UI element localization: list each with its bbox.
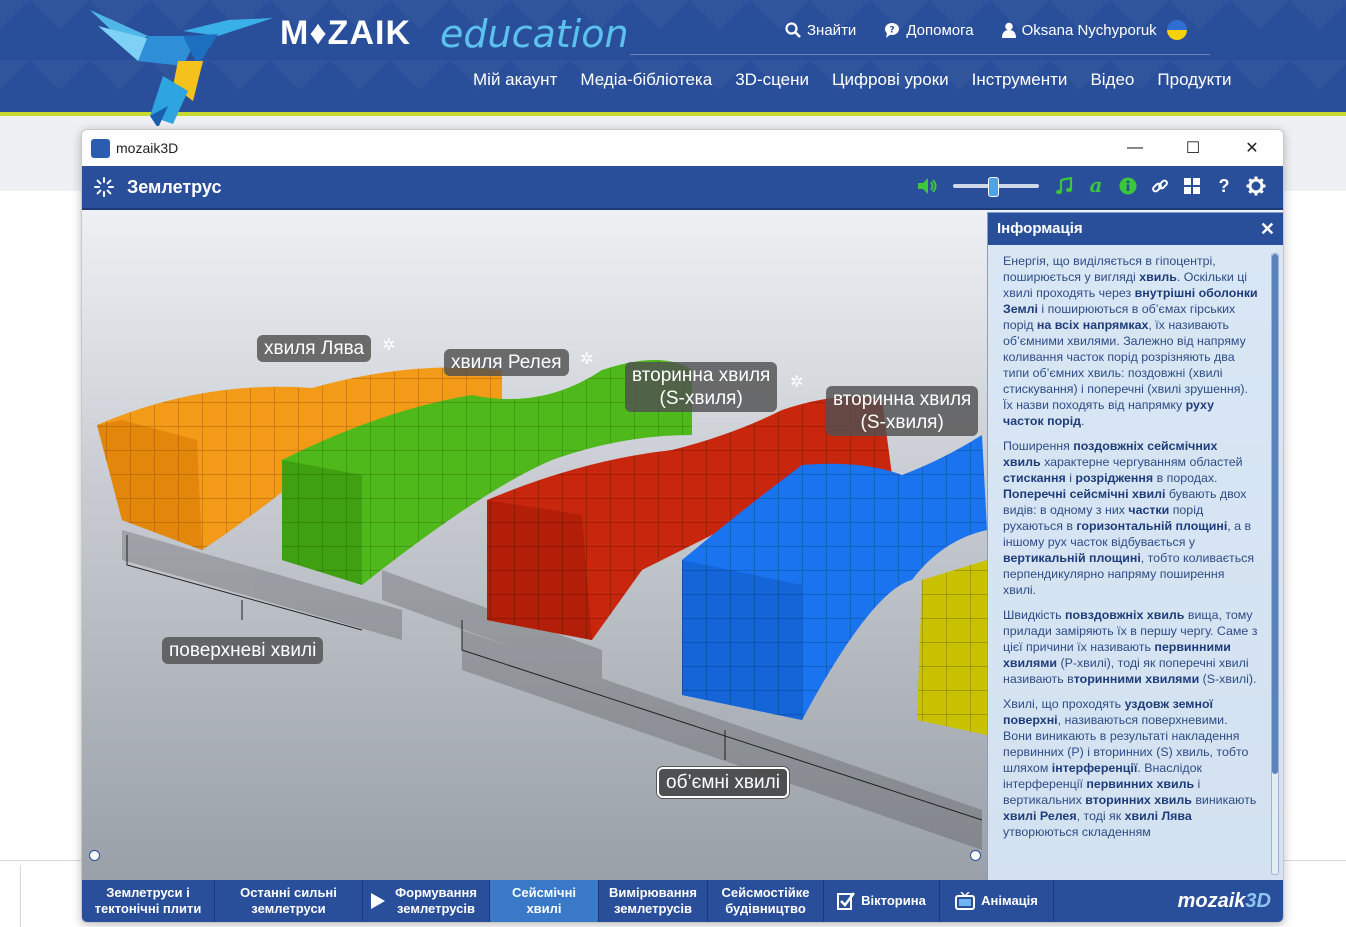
music-icon[interactable]: [1053, 175, 1075, 197]
help-chat-icon: ?: [885, 23, 900, 38]
help-link-label: Допомога: [906, 21, 974, 39]
volume-slider[interactable]: [953, 177, 1039, 197]
svg-text:?: ?: [1219, 177, 1230, 195]
scene-toolbar: Землетрус a ?: [82, 166, 1283, 210]
love-wave-label[interactable]: хвиля Лява: [257, 335, 372, 362]
window-titlebar[interactable]: mozaik3D — ☐ ✕: [82, 130, 1283, 166]
grid-icon[interactable]: [1181, 175, 1203, 197]
info-scrollbar-thumb[interactable]: [1272, 254, 1278, 774]
help-link[interactable]: ? Допомога: [884, 20, 974, 40]
surface-waves-label[interactable]: поверхневі хвилі: [162, 637, 324, 664]
play-icon: [371, 893, 385, 909]
volume-slider-handle[interactable]: [987, 177, 999, 197]
quiz-check-icon: [837, 892, 856, 910]
close-button[interactable]: ✕: [1229, 134, 1275, 162]
speaker-icon[interactable]: [917, 175, 939, 197]
mozaik3d-brand: mozaik3D: [1054, 880, 1283, 922]
tab-earthquake-resistant-building[interactable]: Сейсмостійке будівництво: [708, 880, 824, 922]
nav-media-library[interactable]: Медіа-бібліотека: [580, 70, 712, 90]
tab-earthquakes-plates[interactable]: Землетруси і тектонічні плити: [82, 880, 215, 922]
user-link[interactable]: Oksana Nychyporuk: [1001, 20, 1187, 40]
tab-label: Останні сильні землетруси: [240, 885, 337, 916]
mozaik-wordmark[interactable]: M♦ZAIK: [280, 14, 411, 53]
nav-3d-scenes[interactable]: 3D-сцени: [735, 70, 809, 90]
tab-label: Анімація: [981, 893, 1038, 908]
tab-seismic-waves[interactable]: Сейсмічні хвилі: [490, 880, 599, 922]
nav-my-account[interactable]: Мій акаунт: [473, 70, 557, 90]
scene-tabs: Землетруси і тектонічні плити Останні си…: [82, 880, 1283, 922]
tab-measuring-earthquakes[interactable]: Вимірювання землетрусів: [599, 880, 708, 922]
page-divider-vertical: [20, 865, 21, 927]
info-scrollbar[interactable]: [1271, 253, 1279, 875]
mozaik3d-window: mozaik3D — ☐ ✕ Землетрус a ? хвиля Лява …: [81, 129, 1284, 923]
info-paragraph: Хвилі, що проходять уздовж земної поверх…: [1003, 697, 1257, 839]
brand-3d: 3D: [1245, 890, 1271, 912]
rayleigh-wave-label[interactable]: хвиля Релея: [444, 349, 569, 376]
tv-icon: [955, 892, 976, 910]
info-panel-title: Інформація: [997, 220, 1083, 237]
nav-digital-lessons[interactable]: Цифрові уроки: [832, 70, 949, 90]
svg-text:?: ?: [890, 26, 895, 36]
tab-animation[interactable]: Анімація: [940, 880, 1054, 922]
love-wave-star-icon[interactable]: ✲: [382, 335, 395, 355]
header-separator: [630, 54, 1210, 55]
toolbar-icons: a ?: [917, 175, 1267, 197]
tab-label: Вимірювання землетрусів: [609, 885, 697, 916]
info-paragraph: Швидкість повздовжніх хвиль вища, тому п…: [1003, 608, 1258, 686]
minimize-button[interactable]: —: [1112, 134, 1158, 162]
tab-label: Вікторина: [861, 893, 926, 908]
info-close-icon[interactable]: ✕: [1260, 213, 1275, 245]
tab-label: Землетруси і тектонічні плити: [94, 885, 202, 916]
info-paragraph: Поширення поздовжніх сейсмічних хвиль ха…: [1003, 439, 1255, 597]
p-wave-yellow-block: [917, 560, 987, 735]
search-link[interactable]: Знайти: [785, 20, 856, 40]
tab-label: Сейсмостійке будівництво: [721, 885, 810, 916]
loading-spinner-icon: [94, 177, 114, 197]
svg-text:a: a: [1090, 176, 1103, 196]
body-waves-label[interactable]: об’ємні хвилі: [657, 767, 789, 798]
maximize-button[interactable]: ☐: [1170, 134, 1216, 162]
info-panel-header: Інформація ✕: [988, 213, 1283, 245]
s-wave-star-icon[interactable]: ✲: [790, 372, 803, 392]
mozaik3d-app-icon: [91, 139, 110, 158]
nav-products[interactable]: Продукти: [1157, 70, 1231, 90]
education-wordmark[interactable]: education: [440, 12, 629, 56]
info-paragraph: Енергія, що виділяється в гіпоцентрі, по…: [1003, 254, 1258, 428]
info-icon[interactable]: [1117, 175, 1139, 197]
gear-icon[interactable]: [1245, 175, 1267, 197]
search-link-label: Знайти: [807, 21, 857, 39]
text-a-icon[interactable]: a: [1085, 175, 1107, 197]
search-icon: [785, 22, 801, 38]
tab-label: Формування землетрусів: [395, 885, 477, 916]
kingfisher-logo-icon[interactable]: [88, 6, 273, 126]
main-nav: Мій акаунт Медіа-бібліотека 3D-сцени Циф…: [473, 70, 1231, 90]
rayleigh-wave-star-icon[interactable]: ✲: [580, 349, 593, 369]
link-icon[interactable]: [1149, 175, 1171, 197]
info-panel-text: Енергія, що виділяється в гіпоцентрі, по…: [1003, 253, 1258, 875]
tab-quiz[interactable]: Вікторина: [824, 880, 940, 922]
scene-title: Землетрус: [127, 177, 222, 197]
top-links: Знайти ? Допомога Oksana Nychyporuk: [785, 20, 1187, 40]
brand-mozaik: mozaik: [1177, 890, 1246, 912]
s-wave-label-1[interactable]: вторинна хвиля (S-хвиля): [625, 362, 778, 412]
window-title: mozaik3D: [116, 140, 179, 156]
nav-video[interactable]: Відео: [1090, 70, 1134, 90]
tab-earthquake-formation[interactable]: Формування землетрусів: [363, 880, 490, 922]
user-name: Oksana Nychyporuk: [1021, 21, 1157, 39]
s-wave-label-2[interactable]: вторинна хвиля (S-хвиля): [826, 386, 979, 436]
help-icon[interactable]: ?: [1213, 175, 1235, 197]
user-icon: [1001, 22, 1016, 38]
nav-tools[interactable]: Інструменти: [972, 70, 1068, 90]
viewport-corner-handle[interactable]: [970, 850, 981, 861]
ukraine-flag-icon[interactable]: [1166, 20, 1187, 40]
tab-label: Сейсмічні хвилі: [511, 885, 577, 916]
viewport-corner-handle[interactable]: [89, 850, 100, 861]
tab-recent-earthquakes[interactable]: Останні сильні землетруси: [215, 880, 363, 922]
info-panel: Інформація ✕ Енергія, що виділяється в г…: [987, 212, 1283, 882]
